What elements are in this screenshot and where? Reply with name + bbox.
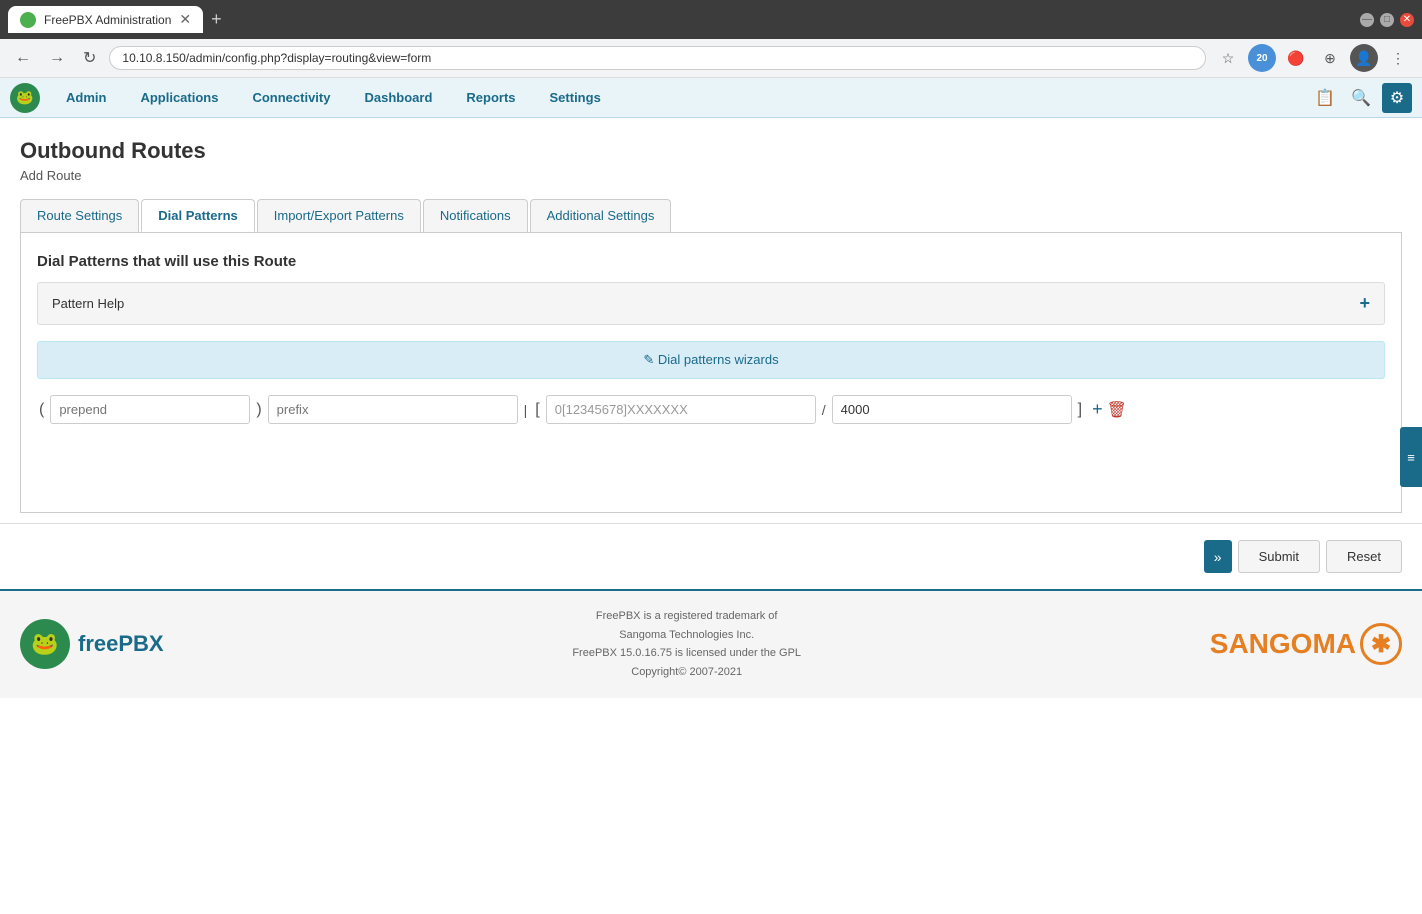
callerid-close-bracket: ] [1076, 401, 1084, 419]
footer-info: FreePBX is a registered trademark of San… [572, 607, 801, 682]
sangoma-asterisk-icon: ✱ [1360, 623, 1402, 665]
footer-action-bar: » Submit Reset [0, 523, 1422, 589]
wizard-bar[interactable]: ✎ Dial patterns wizards [37, 341, 1385, 379]
prepend-input[interactable] [50, 395, 250, 424]
tab-content: Dial Patterns that will use this Route P… [20, 233, 1402, 513]
row-actions: + 🗑 [1092, 399, 1127, 420]
match-open-bracket: [ [533, 401, 541, 419]
nav-notifications-icon[interactable]: 📋 [1310, 83, 1340, 113]
window-minimize-button[interactable]: — [1360, 13, 1374, 27]
sangoma-logo: SANGOMA ✱ [1210, 623, 1402, 665]
prepend-close-bracket: ) [254, 401, 263, 419]
tab-notifications[interactable]: Notifications [423, 199, 528, 232]
window-maximize-button[interactable]: □ [1380, 13, 1394, 27]
tab-route-settings[interactable]: Route Settings [20, 199, 139, 232]
forward-button[interactable]: → [44, 47, 70, 69]
section-title: Dial Patterns that will use this Route [37, 253, 1385, 270]
sangoma-text: SANGOMA [1210, 628, 1356, 660]
freepbx-navbar: 🐸 Admin Applications Connectivity Dashbo… [0, 78, 1422, 118]
window-close-button[interactable]: ✕ [1400, 13, 1414, 27]
nav-item-dashboard[interactable]: Dashboard [348, 82, 448, 113]
prepend-open-bracket: ( [37, 401, 46, 419]
tab-title: FreePBX Administration [44, 13, 171, 27]
nav-item-connectivity[interactable]: Connectivity [236, 82, 346, 113]
extensions-icon[interactable]: ⊕ [1316, 44, 1344, 72]
address-bar-row: ← → ↻ ☆ 20 🔴 ⊕ 👤 ⋮ [0, 39, 1422, 78]
tab-favicon [20, 12, 36, 28]
nav-right-icons: 📋 🔍 ⚙ [1310, 83, 1412, 113]
prefix-input[interactable] [268, 395, 518, 424]
footer-info-line4: Copyright© 2007-2021 [572, 663, 801, 682]
tab-additional-settings[interactable]: Additional Settings [530, 199, 672, 232]
profile-avatar[interactable]: 👤 [1350, 44, 1378, 72]
pattern-help-expand-icon: + [1359, 293, 1370, 314]
nav-item-applications[interactable]: Applications [124, 82, 234, 113]
bookmark-icon[interactable]: ☆ [1214, 44, 1242, 72]
tabs-container: Route Settings Dial Patterns Import/Expo… [20, 199, 1402, 233]
delete-row-button[interactable]: 🗑 [1107, 399, 1127, 420]
wizard-label: ✎ Dial patterns wizards [643, 352, 778, 367]
callerid-input[interactable] [832, 395, 1072, 424]
expand-button[interactable]: » [1204, 540, 1232, 573]
tab-import-export[interactable]: Import/Export Patterns [257, 199, 421, 232]
footer-info-line3: FreePBX 15.0.16.75 is licensed under the… [572, 644, 801, 663]
shield-icon[interactable]: 🔴 [1282, 44, 1310, 72]
browser-chrome: FreePBX Administration ✕ + — □ ✕ [0, 0, 1422, 39]
add-row-button[interactable]: + [1092, 399, 1103, 420]
menu-icon[interactable]: ⋮ [1384, 44, 1412, 72]
nav-item-settings[interactable]: Settings [534, 82, 617, 113]
reset-button[interactable]: Reset [1326, 540, 1402, 573]
footer-logo-icon: 🐸 [20, 619, 70, 669]
page-title: Outbound Routes [20, 138, 1402, 164]
nav-menu: Admin Applications Connectivity Dashboar… [50, 82, 1310, 113]
extension-badge[interactable]: 20 [1248, 44, 1276, 72]
nav-item-reports[interactable]: Reports [450, 82, 531, 113]
footer-info-line2: Sangoma Technologies Inc. [572, 626, 801, 645]
refresh-button[interactable]: ↻ [78, 46, 101, 70]
new-tab-button[interactable]: + [211, 9, 222, 30]
nav-item-admin[interactable]: Admin [50, 82, 122, 113]
pattern-help-label: Pattern Help [52, 296, 124, 311]
nav-settings-icon[interactable]: ⚙ [1382, 83, 1412, 113]
page-footer: 🐸 freePBX FreePBX is a registered tradem… [0, 589, 1422, 698]
submit-button[interactable]: Submit [1238, 540, 1320, 573]
page-subtitle: Add Route [20, 168, 1402, 183]
footer-info-line1: FreePBX is a registered trademark of [572, 607, 801, 626]
address-input[interactable] [109, 46, 1206, 70]
match-separator: / [820, 402, 828, 418]
footer-logo: 🐸 freePBX [20, 619, 164, 669]
prefix-separator: | [522, 402, 530, 418]
freepbx-logo: 🐸 [10, 83, 40, 113]
sidebar-toggle[interactable]: ≡ [1400, 427, 1422, 487]
match-input[interactable] [546, 395, 816, 424]
browser-tab[interactable]: FreePBX Administration ✕ [8, 6, 203, 33]
back-button[interactable]: ← [10, 47, 36, 69]
toolbar-icons: ☆ 20 🔴 ⊕ 👤 ⋮ [1214, 44, 1412, 72]
dial-pattern-row: ( ) | [ / ] + 🗑 [37, 395, 1385, 424]
tab-dial-patterns[interactable]: Dial Patterns [141, 199, 254, 232]
pattern-help-bar[interactable]: Pattern Help + [37, 282, 1385, 325]
tab-close-button[interactable]: ✕ [179, 11, 191, 28]
footer-logo-text: freePBX [78, 631, 164, 657]
page-content: Outbound Routes Add Route Route Settings… [0, 118, 1422, 523]
nav-search-icon[interactable]: 🔍 [1346, 83, 1376, 113]
